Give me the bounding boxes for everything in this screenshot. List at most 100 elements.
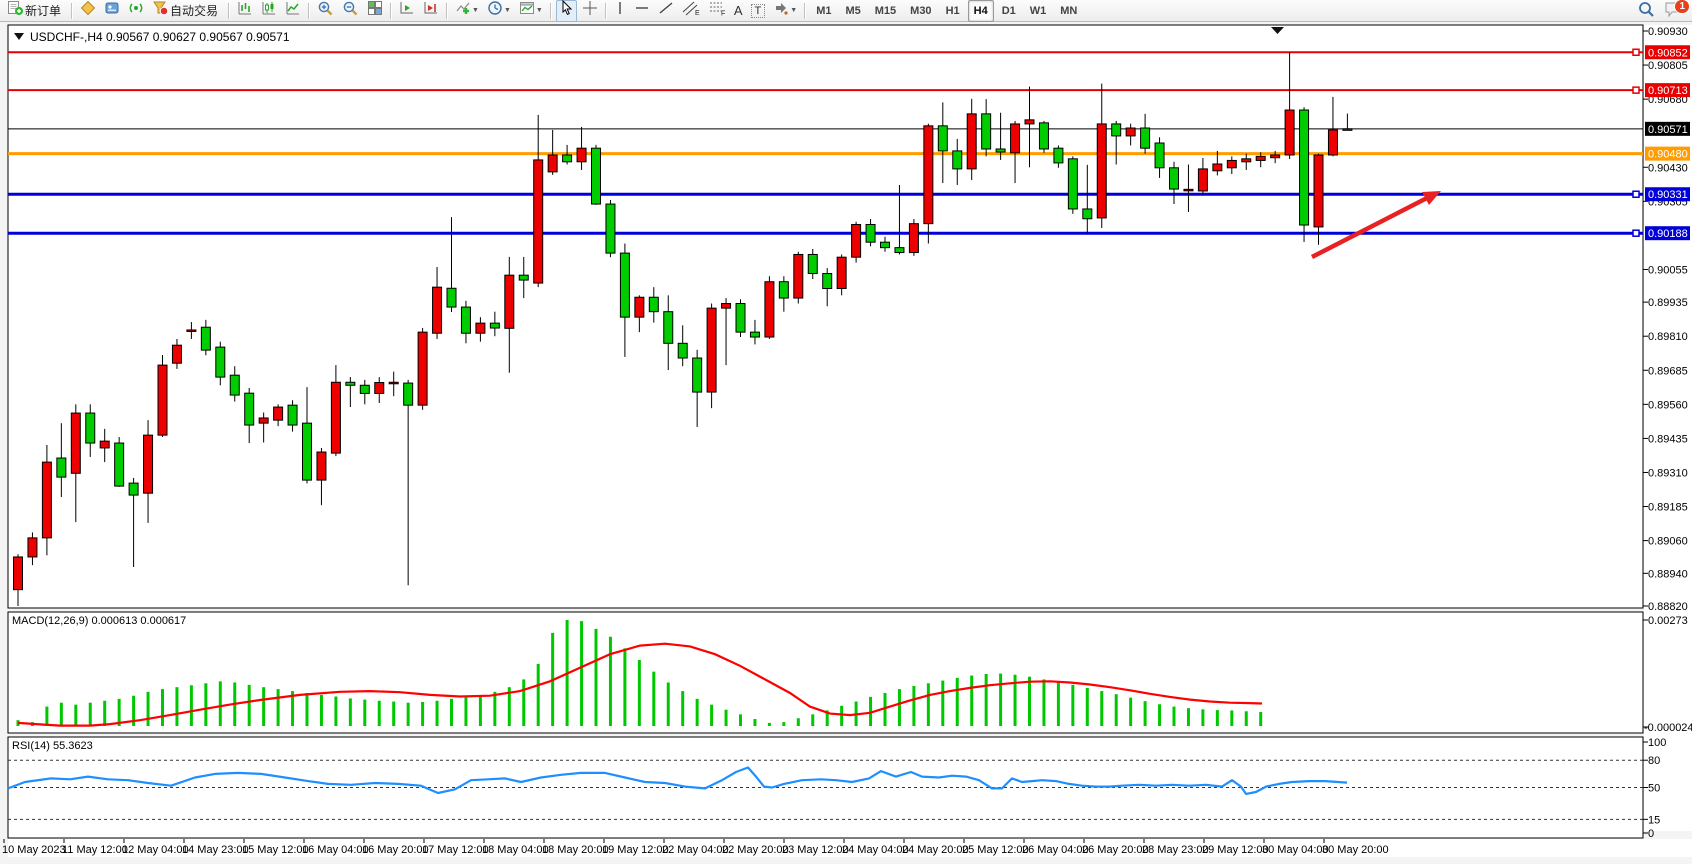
price-tick-label: 0.88940 [1648,568,1688,580]
text-tool-button[interactable]: A [731,0,746,22]
line-handle [1633,49,1639,55]
text-label-tool-button[interactable]: T [748,0,769,22]
candle-bear [201,327,210,350]
candle-bull [548,155,557,172]
time-tick-label: 24 May 04:00 [842,844,909,856]
candle-bull [1328,130,1337,155]
line-chart-mode-button[interactable] [282,0,304,22]
rsi-label: RSI(14) 55.3623 [12,740,93,752]
timeframe-button-M15[interactable]: M15 [869,0,902,22]
candle-bear [360,385,369,393]
vertical-line-tool-button[interactable] [611,0,629,22]
line-handle [1633,191,1639,197]
chart-shift-button[interactable] [420,0,442,22]
candle-bear [606,204,615,253]
candle-bear [519,275,528,280]
price-tick-label: 0.89810 [1648,331,1688,343]
svg-text:F: F [721,11,725,17]
chart-canvas[interactable]: 0.909300.908050.906800.904300.903050.900… [0,0,1692,864]
tile-windows-button[interactable] [364,0,386,22]
toolbar-right-tools: 1 [1633,0,1686,22]
candle-bull [1227,160,1236,167]
candle-bull [100,441,109,448]
timeframe-button-W1[interactable]: W1 [1024,0,1053,22]
autotrade-button[interactable]: 自动交易 [149,0,224,22]
auto-scroll-button[interactable] [396,0,418,22]
rsi-scale-label: 100 [1648,737,1666,749]
cursor-arrow-icon [559,0,574,21]
indicators-button[interactable]: ▼ [452,0,482,22]
new-order-button[interactable]: 新订单 [4,0,67,22]
market-watch-icon [80,0,96,21]
bar-chart-mode-button[interactable] [234,0,256,22]
arrows-tool-button[interactable]: ▼ [770,0,800,22]
price-tick-label: 0.89185 [1648,502,1688,514]
signals-button[interactable] [125,0,147,22]
dropdown-caret-icon: ▼ [536,7,543,14]
toolbar-separator [605,3,607,19]
trendline-icon [658,0,674,21]
candle-bear [129,483,138,495]
candle-bull [837,257,846,288]
bar-chart-icon [237,0,253,21]
candle-bull [765,282,774,337]
time-tick-label: 23 May 12:00 [782,844,849,856]
candle-bull [534,160,543,283]
candle-bull [1011,124,1020,153]
cursor-tool-button[interactable] [556,0,577,22]
candle-bear [1170,168,1179,189]
candle-bear [779,282,788,298]
auto-scroll-icon [399,0,415,21]
candle-bull [1256,156,1265,160]
line-handle [1633,87,1639,93]
text-tool-icon: A [734,3,743,18]
autotrade-icon [152,0,169,21]
candlestick-mode-button[interactable] [258,0,280,22]
search-button[interactable] [1634,0,1658,22]
candle-bear [1141,128,1150,148]
notification-count-badge: 1 [1674,0,1690,14]
rsi-scale-label: 80 [1648,755,1660,767]
candle-bear [230,375,239,395]
timeframe-button-H4[interactable]: H4 [968,0,994,22]
timeframe-button-MN[interactable]: MN [1054,0,1083,22]
candle-bull [967,114,976,169]
fibonacci-tool-button[interactable]: F [705,0,729,22]
autotrade-label: 自动交易 [170,2,218,19]
zoom-out-icon [342,0,359,22]
templates-button[interactable]: ▼ [516,0,546,22]
candle-bear [1112,124,1121,136]
equidistant-channel-tool-button[interactable]: E [679,0,703,22]
indicators-icon [455,0,471,21]
candle-bear [1054,148,1063,163]
candle-bear [938,126,947,151]
candle-bear [693,358,702,392]
timeframe-button-M1[interactable]: M1 [810,0,837,22]
notifications-button[interactable]: 1 [1660,0,1685,22]
market-watch-button[interactable] [77,0,99,22]
periods-button[interactable]: ▼ [484,0,514,22]
metaeditor-button[interactable] [101,0,123,22]
tile-windows-icon [367,0,383,21]
candle-bull [1213,164,1222,171]
price-label-text: 0.90713 [1648,85,1688,97]
trendline-tool-button[interactable] [655,0,677,22]
candle-bull [1314,155,1323,227]
zoom-in-button[interactable] [314,0,337,22]
horizontal-line-tool-button[interactable] [631,0,653,22]
crosshair-tool-button[interactable] [579,0,601,22]
price-label-text: 0.90852 [1648,47,1688,59]
timeframe-button-H1[interactable]: H1 [940,0,966,22]
candle-bear [461,307,470,333]
timeframe-button-M5[interactable]: M5 [839,0,866,22]
candle-bear [1068,159,1077,209]
timeframe-button-D1[interactable]: D1 [996,0,1022,22]
template-icon [519,0,535,21]
candle-bear [881,242,890,247]
fibonacci-icon: F [708,0,726,21]
candle-bear [678,343,687,358]
candle-bull [476,323,485,333]
zoom-out-button[interactable] [339,0,362,22]
chart-title: USDCHF-,H4 0.90567 0.90627 0.90567 0.905… [14,30,290,44]
timeframe-button-M30[interactable]: M30 [904,0,937,22]
